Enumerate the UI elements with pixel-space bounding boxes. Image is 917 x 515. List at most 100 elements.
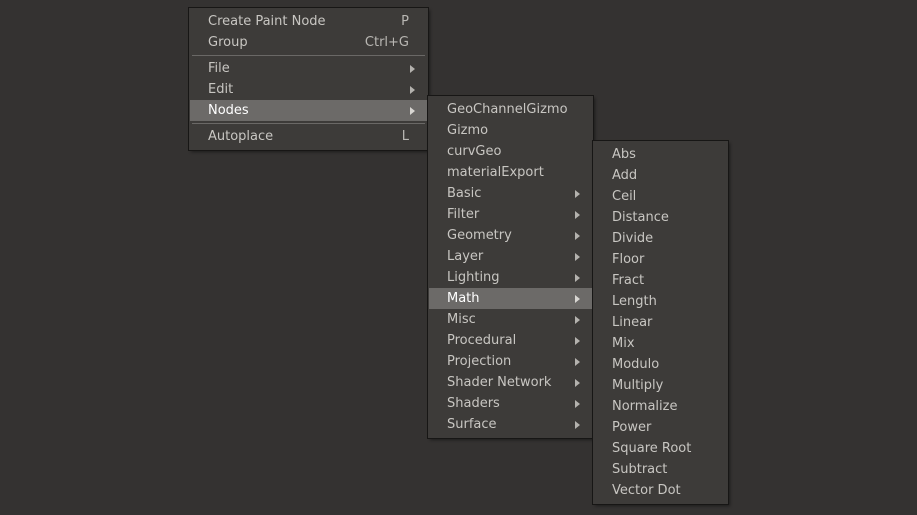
menu-item-shortcut: L: [402, 126, 417, 147]
menu-item-label: Multiply: [612, 375, 663, 396]
menu-item-shader-network[interactable]: Shader Network: [429, 372, 592, 393]
menu-item-filter[interactable]: Filter: [429, 204, 592, 225]
menu-item-group[interactable]: Group Ctrl+G: [190, 32, 427, 53]
menu-item-label: Vector Dot: [612, 480, 681, 501]
menu-item-gizmo[interactable]: Gizmo: [429, 120, 592, 141]
menu-item-label: Projection: [447, 351, 511, 372]
chevron-right-icon: [575, 316, 580, 324]
menu-item-label: Create Paint Node: [208, 11, 326, 32]
menu-item-distance[interactable]: Distance: [594, 207, 727, 228]
chevron-right-icon: [575, 274, 580, 282]
menu-item-floor[interactable]: Floor: [594, 249, 727, 270]
menu-item-vector-dot[interactable]: Vector Dot: [594, 480, 727, 501]
menu-item-label: Nodes: [208, 100, 249, 121]
menu-item-label: Lighting: [447, 267, 500, 288]
menu-item-label: curvGeo: [447, 141, 501, 162]
menu-item-label: Geometry: [447, 225, 512, 246]
menu-item-shortcut: Ctrl+G: [365, 32, 417, 53]
menu-item-label: Fract: [612, 270, 644, 291]
menu-item-add[interactable]: Add: [594, 165, 727, 186]
menu-item-label: Distance: [612, 207, 669, 228]
menu-item-lighting[interactable]: Lighting: [429, 267, 592, 288]
menu-item-label: Abs: [612, 144, 636, 165]
menu-item-nodes[interactable]: Nodes: [190, 100, 427, 121]
menu-item-mix[interactable]: Mix: [594, 333, 727, 354]
menu-item-geometry[interactable]: Geometry: [429, 225, 592, 246]
menu-item-label: Procedural: [447, 330, 516, 351]
chevron-right-icon: [575, 211, 580, 219]
chevron-right-icon: [575, 421, 580, 429]
menu-item-curvgeo[interactable]: curvGeo: [429, 141, 592, 162]
menu-item-fract[interactable]: Fract: [594, 270, 727, 291]
chevron-right-icon: [575, 400, 580, 408]
menu-item-label: Square Root: [612, 438, 691, 459]
menu-item-projection[interactable]: Projection: [429, 351, 592, 372]
chevron-right-icon: [575, 337, 580, 345]
menu-item-square-root[interactable]: Square Root: [594, 438, 727, 459]
menu-item-power[interactable]: Power: [594, 417, 727, 438]
chevron-right-icon: [575, 379, 580, 387]
menu-item-label: Mix: [612, 333, 635, 354]
chevron-right-icon: [575, 190, 580, 198]
menu-item-label: Autoplace: [208, 126, 273, 147]
menu-item-multiply[interactable]: Multiply: [594, 375, 727, 396]
menu-item-layer[interactable]: Layer: [429, 246, 592, 267]
menu-item-label: Misc: [447, 309, 476, 330]
menu-item-geochannelgizmo[interactable]: GeoChannelGizmo: [429, 99, 592, 120]
menu-item-edit[interactable]: Edit: [190, 79, 427, 100]
menu-separator: [192, 123, 425, 124]
menu-item-abs[interactable]: Abs: [594, 144, 727, 165]
menu-item-label: Modulo: [612, 354, 659, 375]
menu-item-label: Divide: [612, 228, 653, 249]
menu-item-misc[interactable]: Misc: [429, 309, 592, 330]
menu-item-label: Power: [612, 417, 651, 438]
menu-item-label: Length: [612, 291, 657, 312]
chevron-right-icon: [575, 295, 580, 303]
menu-item-label: Basic: [447, 183, 481, 204]
menu-item-length[interactable]: Length: [594, 291, 727, 312]
menu-item-label: File: [208, 58, 230, 79]
menu-item-label: Subtract: [612, 459, 667, 480]
menu-item-label: Filter: [447, 204, 479, 225]
nodes-submenu[interactable]: GeoChannelGizmoGizmocurvGeomaterialExpor…: [428, 96, 593, 438]
menu-item-subtract[interactable]: Subtract: [594, 459, 727, 480]
menu-item-label: Math: [447, 288, 480, 309]
chevron-right-icon: [575, 253, 580, 261]
menu-item-create-paint-node[interactable]: Create Paint Node P: [190, 11, 427, 32]
menu-item-label: Surface: [447, 414, 497, 435]
root-context-menu[interactable]: Create Paint Node P Group Ctrl+G FileEditNod…: [189, 8, 428, 150]
menu-item-divide[interactable]: Divide: [594, 228, 727, 249]
menu-item-surface[interactable]: Surface: [429, 414, 592, 435]
menu-item-label: Edit: [208, 79, 233, 100]
menu-item-autoplace[interactable]: Autoplace L: [190, 126, 427, 147]
menu-item-label: materialExport: [447, 162, 544, 183]
menu-item-basic[interactable]: Basic: [429, 183, 592, 204]
chevron-right-icon: [575, 358, 580, 366]
menu-item-label: Linear: [612, 312, 652, 333]
menu-item-label: Shader Network: [447, 372, 551, 393]
menu-item-label: GeoChannelGizmo: [447, 99, 568, 120]
menu-item-shaders[interactable]: Shaders: [429, 393, 592, 414]
menu-item-label: Gizmo: [447, 120, 488, 141]
menu-item-label: Add: [612, 165, 637, 186]
menu-item-modulo[interactable]: Modulo: [594, 354, 727, 375]
math-submenu[interactable]: AbsAddCeilDistanceDivideFloorFractLength…: [593, 141, 728, 504]
menu-item-ceil[interactable]: Ceil: [594, 186, 727, 207]
menu-item-procedural[interactable]: Procedural: [429, 330, 592, 351]
menu-item-materialexport[interactable]: materialExport: [429, 162, 592, 183]
menu-item-label: Shaders: [447, 393, 500, 414]
menu-item-normalize[interactable]: Normalize: [594, 396, 727, 417]
menu-item-shortcut: P: [401, 11, 417, 32]
chevron-right-icon: [575, 232, 580, 240]
menu-item-label: Ceil: [612, 186, 636, 207]
menu-item-label: Group: [208, 32, 248, 53]
menu-separator: [192, 55, 425, 56]
chevron-right-icon: [410, 65, 415, 73]
menu-item-math[interactable]: Math: [429, 288, 592, 309]
chevron-right-icon: [410, 107, 415, 115]
chevron-right-icon: [410, 86, 415, 94]
menu-item-label: Floor: [612, 249, 644, 270]
menu-item-file[interactable]: File: [190, 58, 427, 79]
menu-item-label: Layer: [447, 246, 483, 267]
menu-item-linear[interactable]: Linear: [594, 312, 727, 333]
